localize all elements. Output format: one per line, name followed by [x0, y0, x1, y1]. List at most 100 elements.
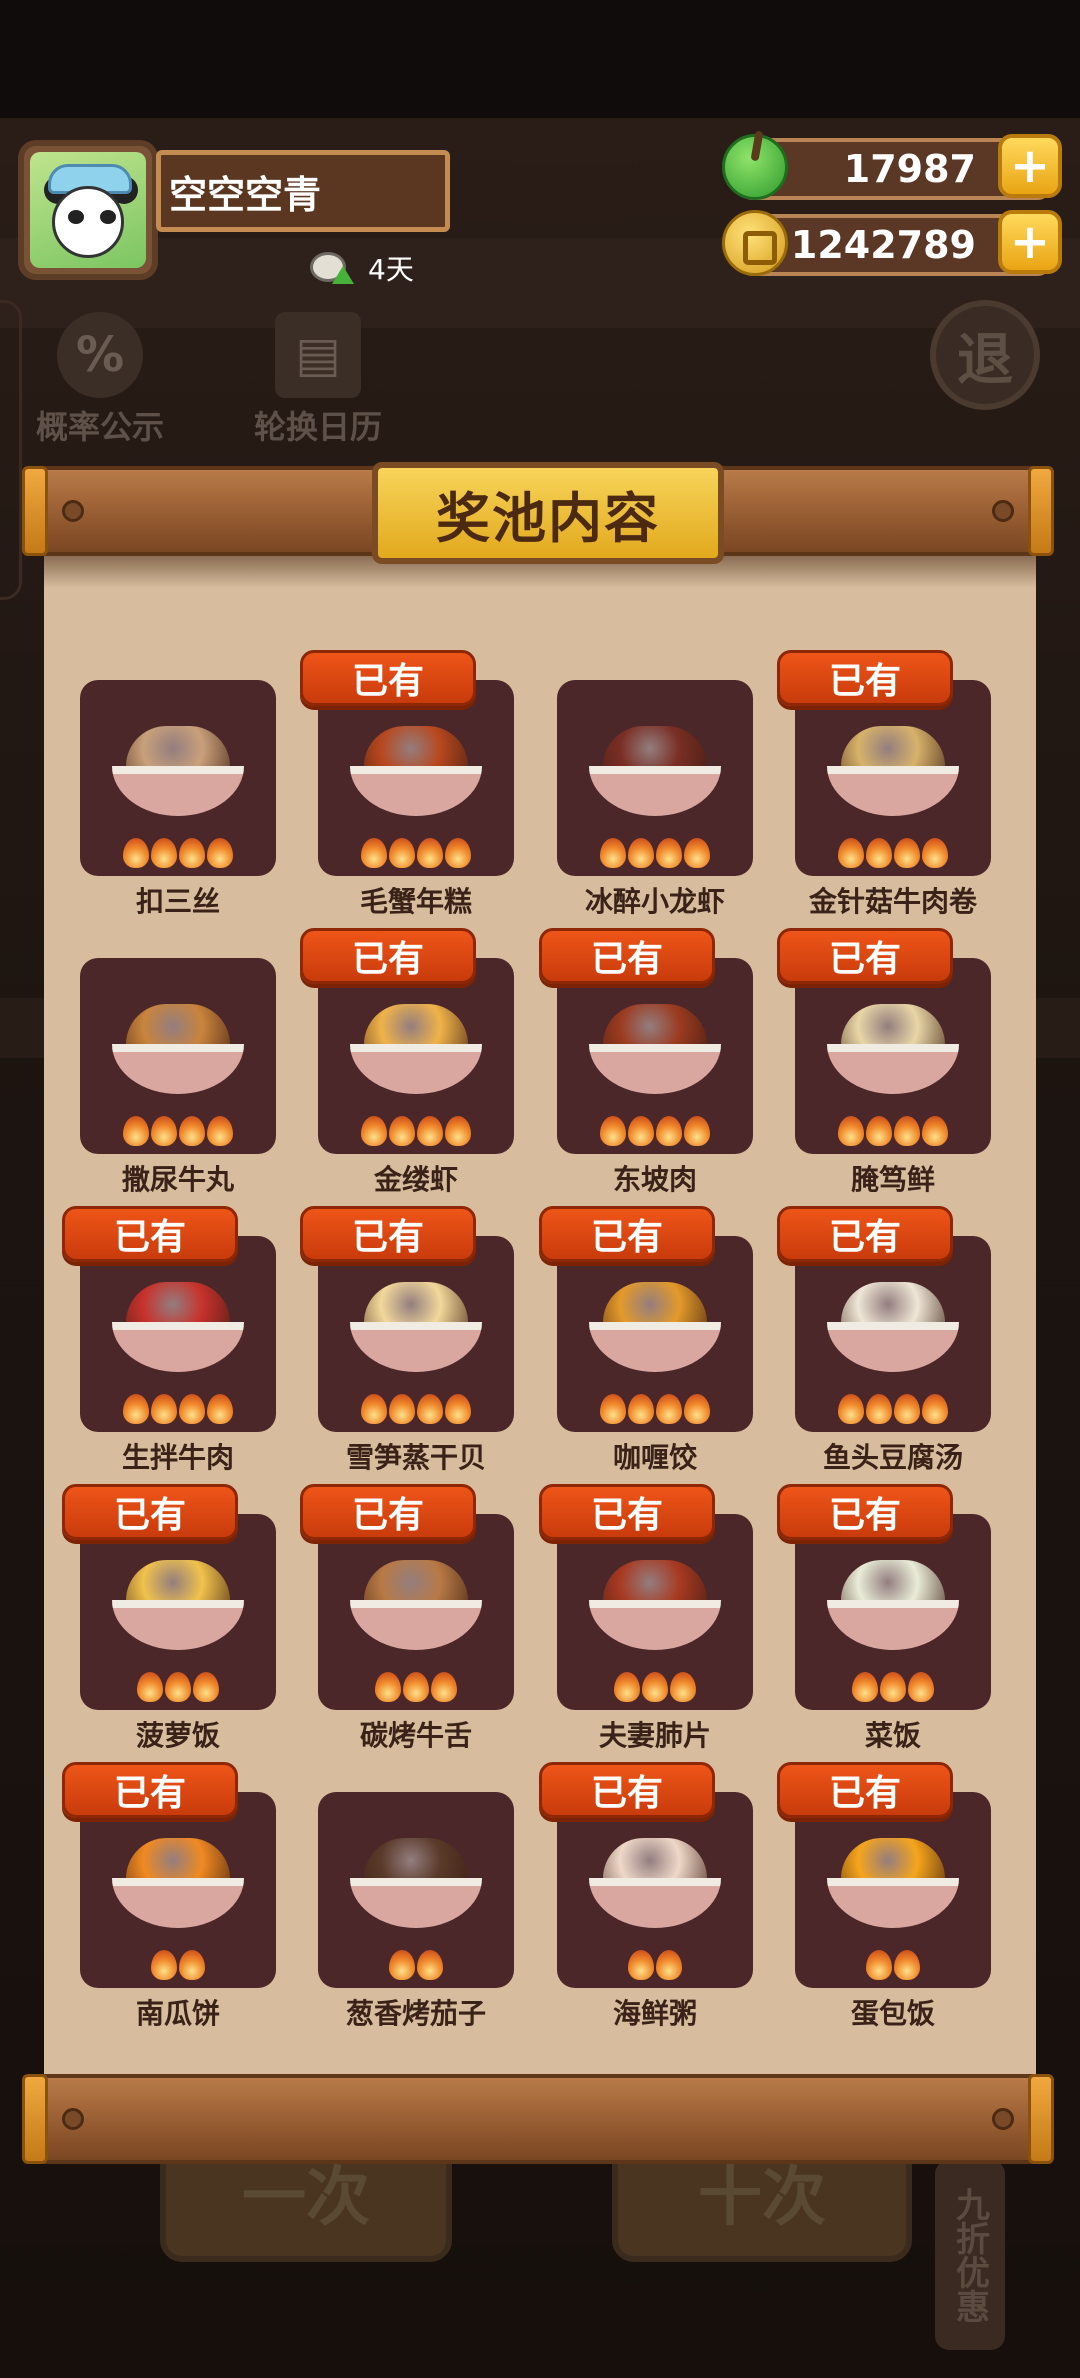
rarity-flames	[795, 1394, 991, 1424]
rarity-flames	[557, 1394, 753, 1424]
player-name-text: 空空空青	[169, 172, 322, 217]
jade-leaf-icon	[722, 134, 788, 200]
dish-name: 海鲜粥	[612, 1997, 697, 2030]
flame-icon	[866, 838, 892, 868]
dish-image	[350, 1838, 482, 1928]
flame-icon	[838, 1116, 864, 1146]
flame-icon	[866, 1116, 892, 1146]
flame-icon	[908, 1672, 934, 1702]
percent-icon: %	[57, 312, 143, 398]
dish-card[interactable]	[80, 680, 276, 876]
dish-name: 雪笋蒸干贝	[345, 1441, 486, 1474]
flame-icon	[361, 838, 387, 868]
rarity-flames	[557, 838, 753, 868]
dish-card[interactable]	[318, 1236, 514, 1432]
dish-card[interactable]	[318, 1514, 514, 1710]
dish-card[interactable]	[557, 958, 753, 1154]
dish-name: 鱼头豆腐汤	[822, 1441, 963, 1474]
dish-card[interactable]	[795, 1514, 991, 1710]
dish-card[interactable]	[795, 1236, 991, 1432]
owned-badge: 已有	[777, 1206, 953, 1262]
flame-icon	[417, 1116, 443, 1146]
add-jade-button[interactable]: +	[998, 134, 1062, 198]
dish-card[interactable]	[80, 1514, 276, 1710]
owned-badge: 已有	[777, 650, 953, 706]
prize-pool-panel[interactable]: 扣三丝 已有 毛蟹年糕 冰醉小龙虾 已有 金针菇牛肉卷 撒尿牛丸 已有 金缕虾 已有 东坡肉 已有 腌笃…	[44, 556, 1036, 2078]
flame-icon	[417, 838, 443, 868]
dish-name: 南瓜饼	[135, 1997, 220, 2030]
exit-button: 退	[930, 300, 1040, 410]
flame-icon	[838, 838, 864, 868]
dish-image	[112, 1838, 244, 1928]
upgrade-bowl-icon	[306, 244, 354, 292]
probability-button: % 概率公示	[36, 312, 164, 448]
player-avatar[interactable]	[18, 140, 158, 280]
owned-badge: 已有	[62, 1206, 238, 1262]
flame-icon	[628, 838, 654, 868]
flame-icon	[123, 838, 149, 868]
dish-card[interactable]	[80, 958, 276, 1154]
timer-text: 4天	[368, 253, 414, 286]
owned-badge: 已有	[300, 928, 476, 984]
dish-card[interactable]	[80, 1792, 276, 1988]
rarity-flames	[557, 1116, 753, 1146]
flame-icon	[922, 838, 948, 868]
dish-image	[350, 1282, 482, 1372]
dish-image	[350, 1560, 482, 1650]
dish-image	[112, 1004, 244, 1094]
flame-icon	[151, 1116, 177, 1146]
flame-icon	[922, 1394, 948, 1424]
rarity-flames	[80, 1394, 276, 1424]
flame-icon	[403, 1672, 429, 1702]
flame-icon	[151, 838, 177, 868]
add-coins-button[interactable]: +	[998, 210, 1062, 274]
dish-card[interactable]	[557, 1792, 753, 1988]
flame-icon	[922, 1116, 948, 1146]
flame-icon	[880, 1672, 906, 1702]
flame-icon	[123, 1394, 149, 1424]
owned-badge: 已有	[62, 1484, 238, 1540]
rarity-flames	[318, 1394, 514, 1424]
dish-image	[350, 1004, 482, 1094]
dish-image	[827, 1004, 959, 1094]
flame-icon	[600, 1394, 626, 1424]
dish-card[interactable]	[318, 958, 514, 1154]
flame-icon	[193, 1672, 219, 1702]
dish-card[interactable]	[318, 680, 514, 876]
flame-icon	[207, 1394, 233, 1424]
dish-image	[589, 1560, 721, 1650]
dish-card[interactable]	[557, 680, 753, 876]
dish-card[interactable]	[557, 1514, 753, 1710]
flame-icon	[137, 1672, 163, 1702]
rarity-flames	[80, 1116, 276, 1146]
flame-icon	[445, 1394, 471, 1424]
owned-badge: 已有	[777, 1762, 953, 1818]
coin-icon	[722, 210, 788, 276]
rarity-flames	[318, 1116, 514, 1146]
probability-label: 概率公示	[36, 408, 165, 446]
flame-icon	[375, 1672, 401, 1702]
flame-icon	[684, 838, 710, 868]
dish-card[interactable]	[557, 1236, 753, 1432]
dish-card[interactable]	[318, 1792, 514, 1988]
dish-card[interactable]	[795, 680, 991, 876]
rarity-flames	[795, 1950, 991, 1980]
dish-card[interactable]	[80, 1236, 276, 1432]
jade-amount: 17987	[843, 147, 976, 191]
owned-badge: 已有	[539, 1762, 715, 1818]
owned-badge: 已有	[539, 1206, 715, 1262]
dish-card[interactable]	[795, 958, 991, 1154]
discount-label: 九折优惠	[949, 2187, 990, 2323]
rarity-flames	[80, 838, 276, 868]
calendar-button: ▤ 轮换日历	[254, 312, 382, 448]
discount-badge: 九折优惠	[935, 2160, 1005, 2350]
flame-icon	[894, 1116, 920, 1146]
dish-name: 咖喱饺	[612, 1441, 697, 1474]
flame-icon	[165, 1672, 191, 1702]
dish-name: 腌笃鲜	[850, 1163, 935, 1196]
flame-icon	[389, 838, 415, 868]
rarity-flames	[318, 838, 514, 868]
flame-icon	[207, 838, 233, 868]
dish-card[interactable]	[795, 1792, 991, 1988]
player-name: 空空空青	[156, 150, 450, 232]
